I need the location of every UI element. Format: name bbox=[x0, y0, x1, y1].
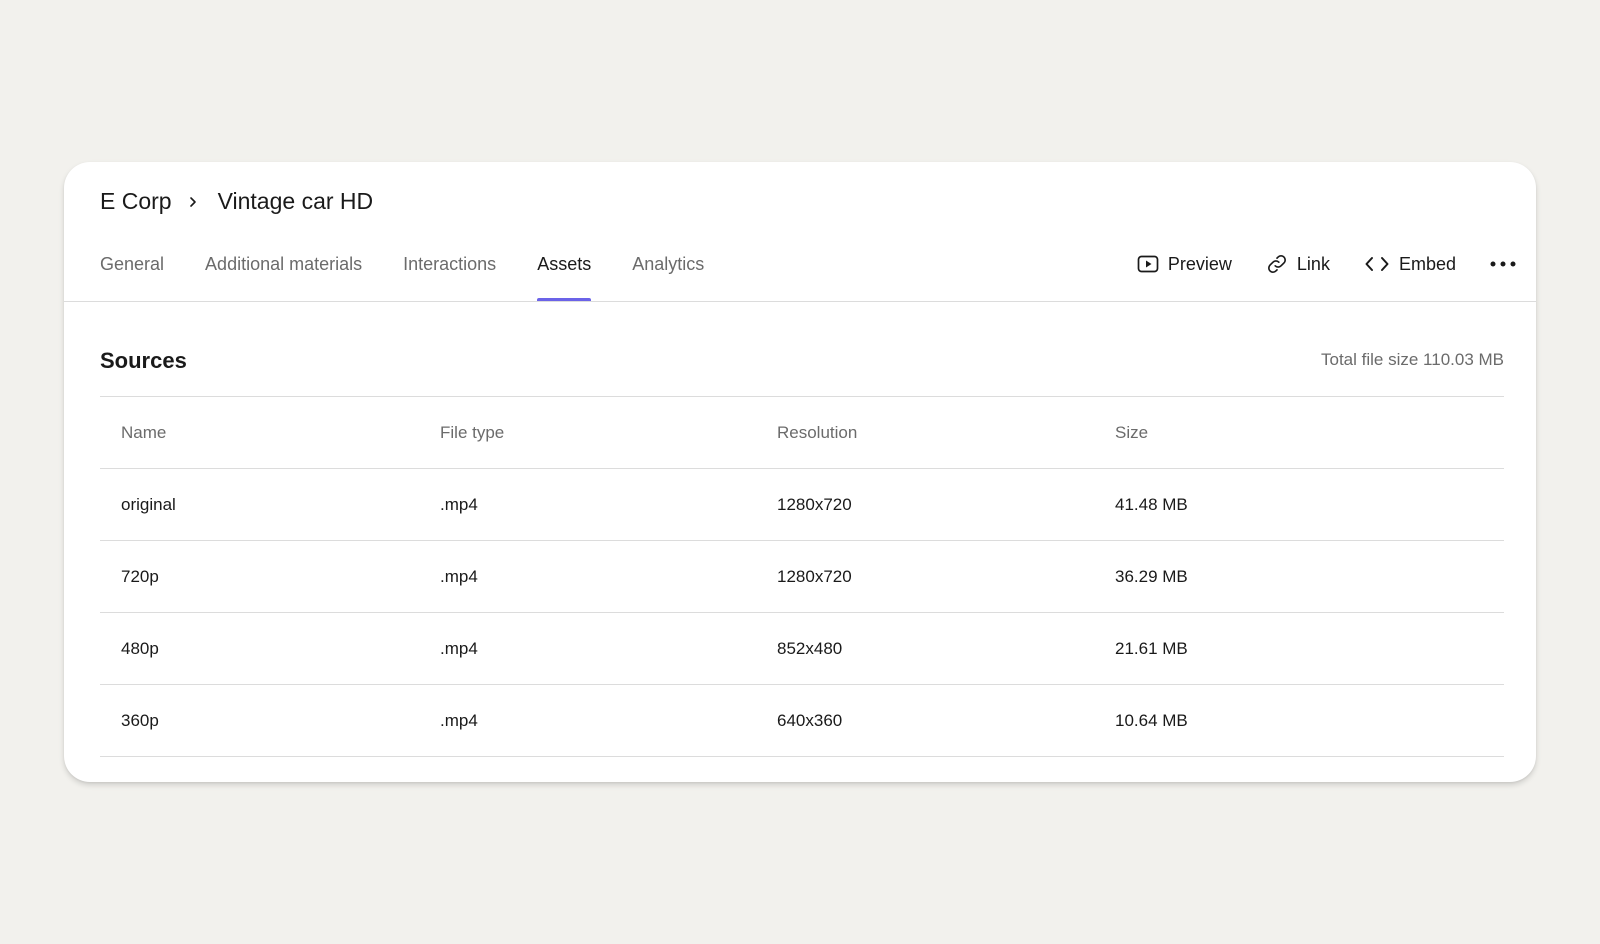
table-row[interactable]: 480p .mp4 852x480 21.61 MB bbox=[100, 613, 1504, 685]
cell-size: 21.61 MB bbox=[1115, 638, 1188, 658]
tabs-divider bbox=[64, 301, 1536, 302]
cell-file-type: .mp4 bbox=[440, 494, 478, 514]
total-file-size: Total file size 110.03 MB bbox=[1321, 350, 1504, 369]
table-row[interactable]: original .mp4 1280x720 41.48 MB bbox=[100, 469, 1504, 541]
embed-label: Embed bbox=[1398, 253, 1456, 274]
tab-label: Additional materials bbox=[205, 254, 363, 274]
tab-label: Analytics bbox=[632, 254, 705, 274]
column-header-name: Name bbox=[121, 422, 167, 442]
cell-resolution: 1280x720 bbox=[777, 566, 852, 586]
tab-bar: General Additional materials Interaction… bbox=[100, 234, 745, 302]
play-window-icon bbox=[1137, 255, 1159, 273]
column-header-size: Size bbox=[1115, 422, 1149, 442]
cell-file-type: .mp4 bbox=[440, 638, 478, 658]
breadcrumb: E Corp Vintage car HD bbox=[100, 188, 373, 215]
chevron-right-icon bbox=[182, 191, 204, 213]
table-header-row: Name File type Resolution Size bbox=[100, 397, 1504, 469]
breadcrumb-current: Vintage car HD bbox=[217, 188, 374, 214]
column-header-file-type: File type bbox=[440, 422, 505, 442]
more-horizontal-icon bbox=[1490, 261, 1516, 267]
link-label: Link bbox=[1296, 253, 1330, 274]
preview-label: Preview bbox=[1167, 253, 1232, 274]
code-icon bbox=[1365, 257, 1389, 271]
sources-title: Sources bbox=[100, 348, 187, 373]
cell-size: 36.29 MB bbox=[1115, 566, 1188, 586]
cell-name: 480p bbox=[121, 638, 159, 658]
tab-label: Assets bbox=[537, 254, 592, 274]
link-button[interactable]: Link bbox=[1266, 253, 1330, 275]
breadcrumb-parent[interactable]: E Corp bbox=[100, 188, 172, 215]
more-options-button[interactable] bbox=[1490, 260, 1516, 268]
embed-button[interactable]: Embed bbox=[1364, 254, 1456, 275]
asset-card: E Corp Vintage car HD General Additional… bbox=[64, 162, 1536, 782]
cell-resolution: 852x480 bbox=[777, 638, 843, 658]
cell-size: 41.48 MB bbox=[1115, 494, 1188, 514]
tab-label: General bbox=[100, 254, 165, 274]
table-row[interactable]: 360p .mp4 640x360 10.64 MB bbox=[100, 685, 1504, 757]
preview-button[interactable]: Preview bbox=[1137, 254, 1232, 275]
table-row[interactable]: 720p .mp4 1280x720 36.29 MB bbox=[100, 541, 1504, 613]
toolbar-actions: Preview Link Embed bbox=[1103, 234, 1516, 294]
tab-general[interactable]: General bbox=[100, 234, 164, 302]
cell-name: 360p bbox=[121, 710, 159, 730]
cell-resolution: 640x360 bbox=[777, 710, 843, 730]
cell-size: 10.64 MB bbox=[1115, 710, 1188, 730]
column-header-resolution: Resolution bbox=[777, 422, 858, 442]
cell-file-type: .mp4 bbox=[440, 566, 478, 586]
tab-assets[interactable]: Assets bbox=[537, 234, 592, 302]
cell-resolution: 1280x720 bbox=[777, 494, 852, 514]
sources-table: Name File type Resolution Size original … bbox=[100, 396, 1504, 757]
cell-name: 720p bbox=[121, 566, 159, 586]
cell-file-type: .mp4 bbox=[440, 710, 478, 730]
tab-analytics[interactable]: Analytics bbox=[632, 234, 704, 302]
cell-name: original bbox=[121, 494, 176, 514]
tab-additional-materials[interactable]: Additional materials bbox=[205, 234, 362, 302]
tab-label: Interactions bbox=[403, 254, 497, 274]
tab-interactions[interactable]: Interactions bbox=[403, 234, 496, 302]
link-icon bbox=[1267, 255, 1286, 273]
